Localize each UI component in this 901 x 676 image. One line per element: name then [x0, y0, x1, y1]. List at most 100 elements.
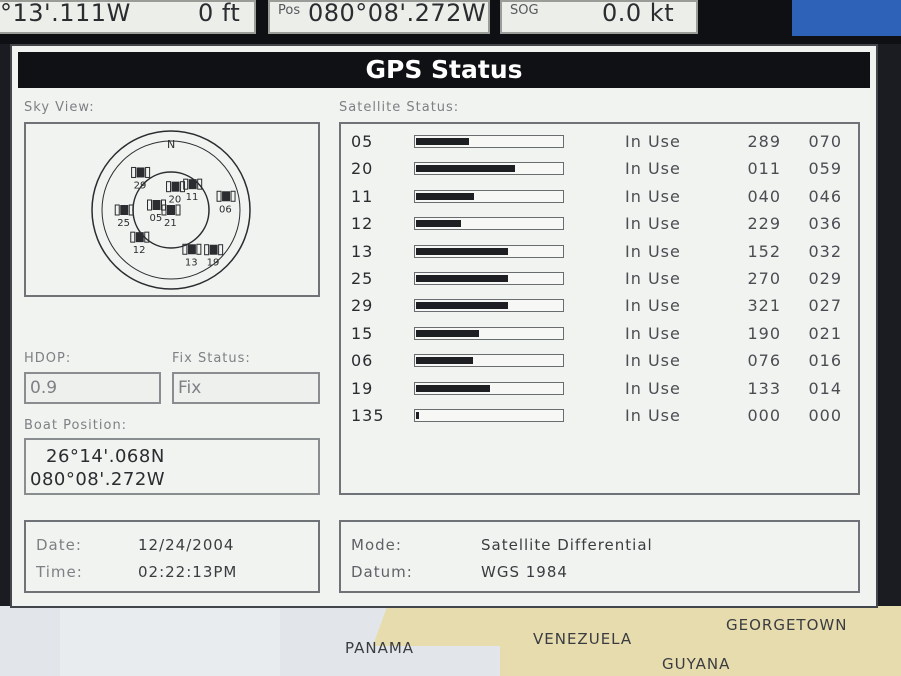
satellite-status: In Use	[625, 241, 681, 261]
satellite-id-label: 20	[169, 195, 182, 206]
gps-status-window: GPS Status Sky View: N 21 20 11 06 05 25 12 13 1…	[10, 44, 878, 608]
satellite-id: 06	[351, 351, 374, 371]
boat-latitude: 26°14'.068N	[46, 446, 165, 467]
map-label-venezuela: VENEZUELA	[533, 630, 633, 648]
satellite-id: 05	[351, 132, 374, 151]
satellite-status: In Use	[625, 296, 681, 316]
satellite-status: In Use	[625, 214, 681, 234]
signal-strength-fill	[416, 275, 508, 282]
satellite-icon: 11	[183, 178, 203, 203]
satellite-azimuth: 133	[747, 378, 781, 398]
north-marker: N	[167, 138, 175, 151]
latitude-value: °13'.111W	[0, 0, 131, 27]
signal-strength-fill	[416, 165, 515, 173]
date-time-panel: Date: 12/24/2004 Time: 02:22:13PM	[24, 520, 320, 593]
signal-strength-fill	[416, 192, 474, 200]
boat-position-label: Boat Position:	[24, 418, 128, 433]
chart-map: PANAMA VENEZUELA GEORGETOWN GUYANA	[0, 606, 901, 676]
satellite-azimuth: 229	[747, 214, 781, 234]
satellite-azimuth: 000	[747, 406, 781, 425]
satellite-elevation: 070	[808, 132, 842, 151]
satellite-row: 11 In Use 040 046	[341, 185, 861, 211]
satellite-row: 12 In Use 229 036	[341, 212, 861, 238]
satellite-row: 20 In Use 011 059	[341, 157, 861, 183]
time-value: 02:22:13PM	[138, 563, 238, 581]
sky-view-plot: N 21 20 11 06 05 25 12 13 19 29	[91, 130, 251, 290]
boat-position-panel: 26°14'.068N 080°08'.272W	[24, 438, 320, 495]
sog-value: 0.0 kt	[602, 0, 675, 27]
satellite-icon: 29	[131, 166, 151, 191]
satellite-elevation: 014	[808, 378, 842, 398]
satellite-id-label: 06	[219, 204, 232, 215]
map-label-panama: PANAMA	[345, 639, 415, 657]
signal-strength-bar	[414, 354, 564, 368]
satellite-status: In Use	[625, 159, 681, 179]
satellite-row: 15 In Use 190 021	[341, 322, 861, 348]
satellite-icon: 13	[182, 243, 202, 268]
satellite-icon: 05	[147, 199, 167, 224]
satellite-id: 15	[351, 323, 374, 343]
satellite-id-label: 13	[185, 257, 198, 268]
satellite-id-label: 11	[186, 192, 199, 203]
satellite-row: 25 In Use 270 029	[341, 267, 861, 293]
satellite-azimuth: 190	[747, 323, 781, 343]
satellite-azimuth: 011	[747, 159, 781, 179]
satellite-elevation: 000	[808, 406, 842, 425]
satellite-icon: 06	[216, 190, 236, 215]
signal-strength-fill	[416, 220, 461, 228]
satellite-row: 06 In Use 076 016	[341, 349, 861, 375]
mode-value: Satellite Differential	[481, 536, 653, 554]
satellite-status-label: Satellite Status:	[339, 100, 460, 115]
hdop-label: HDOP:	[24, 351, 72, 366]
signal-strength-bar	[414, 162, 564, 176]
pos-label: Pos	[278, 3, 301, 18]
satellite-elevation: 059	[808, 159, 842, 179]
time-label: Time:	[36, 563, 83, 581]
signal-strength-fill	[416, 329, 479, 337]
sky-view-label: Sky View:	[24, 100, 95, 115]
position-readout: Pos 080°08'.272W	[268, 0, 490, 34]
date-value: 12/24/2004	[138, 536, 235, 554]
satellite-id-label: 25	[117, 218, 130, 229]
fix-status-field: Fix	[172, 372, 320, 404]
satellite-azimuth: 076	[747, 351, 781, 371]
satellite-id: 135	[351, 406, 385, 425]
signal-strength-bar	[414, 326, 564, 340]
signal-strength-bar	[414, 135, 564, 148]
signal-strength-bar	[414, 244, 564, 258]
satellite-elevation: 021	[808, 323, 842, 343]
satellite-elevation: 029	[808, 269, 842, 288]
satellite-id: 20	[351, 159, 374, 179]
signal-strength-bar	[414, 409, 564, 422]
fix-status-label: Fix Status:	[172, 351, 251, 366]
signal-strength-fill	[416, 138, 469, 145]
satellite-row: 29 In Use 321 027	[341, 294, 861, 320]
satellite-id: 12	[351, 214, 374, 234]
sea-area	[60, 606, 280, 676]
signal-strength-bar	[414, 299, 564, 313]
satellite-status: In Use	[625, 351, 681, 371]
satellite-id: 11	[351, 186, 374, 206]
satellite-row: 05 In Use 289 070	[341, 130, 861, 156]
instrument-bar: °13'.111W 0 ft Pos 080°08'.272W SOG 0.0 …	[0, 0, 901, 44]
sog-readout: SOG 0.0 kt	[500, 0, 698, 34]
satellite-id-label: 05	[150, 213, 163, 224]
signal-strength-bar	[414, 217, 564, 231]
satellite-elevation: 036	[808, 214, 842, 234]
satellite-status-panel: 05 In Use 289 070 20 In Use 011 059 11 In Use 040 0…	[339, 122, 860, 495]
satellite-id-label: 29	[134, 180, 147, 191]
satellite-status: In Use	[625, 378, 681, 398]
depth-value: 0 ft	[198, 0, 241, 27]
satellite-icon: 21	[161, 204, 181, 229]
satellite-elevation: 027	[808, 296, 842, 316]
satellite-id: 19	[351, 378, 374, 398]
status-indicator	[792, 0, 901, 36]
signal-strength-bar	[414, 189, 564, 203]
satellite-status: In Use	[625, 406, 681, 425]
signal-strength-fill	[416, 384, 490, 392]
satellite-status: In Use	[625, 132, 681, 151]
satellite-id: 29	[351, 296, 374, 316]
boat-longitude: 080°08'.272W	[30, 469, 166, 490]
satellite-icon: 19	[204, 244, 224, 269]
satellite-id: 13	[351, 241, 374, 261]
